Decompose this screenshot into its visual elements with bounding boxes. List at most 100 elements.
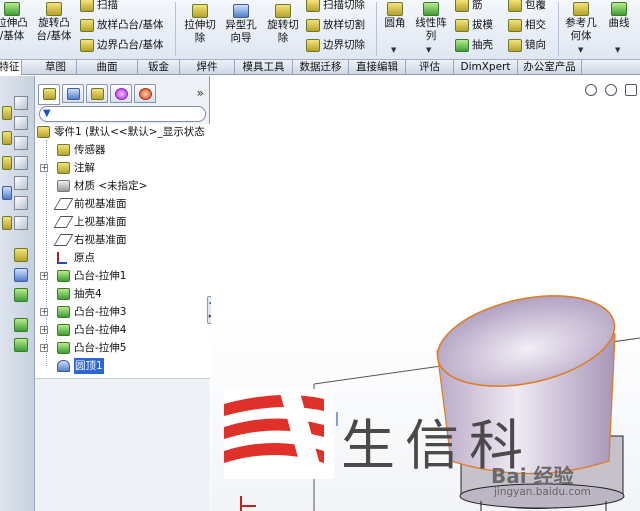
revolved-cut-label: 旋转切 除 xyxy=(267,19,299,44)
wrap-label: 包覆 xyxy=(525,0,546,11)
boundary-boss-icon xyxy=(80,38,94,52)
tree-item-label: 右视基准面 xyxy=(74,234,127,246)
view-top-icon[interactable] xyxy=(14,116,28,130)
view-front-icon[interactable] xyxy=(14,96,28,110)
linear-pattern-button[interactable]: 线性阵 列 xyxy=(412,2,450,43)
boundary-cut-button[interactable]: 边界切除 xyxy=(306,37,365,53)
propertymanager-tab[interactable] xyxy=(62,84,84,103)
configurationmanager-tab[interactable] xyxy=(86,84,108,103)
wrap-button[interactable]: 包覆 xyxy=(508,0,546,13)
feature-tree: 零件1 (默认<<默认>_显示状态 传感器 + 注解 材质 <未指定> 前视基准… xyxy=(35,124,210,379)
swept-cut-button[interactable]: 扫描切除 xyxy=(306,0,365,13)
extruded-cut-label: 拉伸切 除 xyxy=(184,19,216,44)
view-right-icon[interactable] xyxy=(14,136,28,150)
view-bottom-icon[interactable] xyxy=(14,196,28,210)
extruded-boss-icon xyxy=(4,2,20,16)
rib-button[interactable]: 筋 xyxy=(455,0,483,13)
draft-button[interactable]: 拔模 xyxy=(455,17,493,33)
mirror-button[interactable]: 镜向 xyxy=(508,37,546,53)
dimxpert-manager-tab[interactable] xyxy=(110,84,132,103)
intersect-icon xyxy=(508,18,522,32)
linear-pattern-icon xyxy=(423,2,439,16)
boss-extrude-icon[interactable] xyxy=(14,318,28,332)
intersect-button[interactable]: 相交 xyxy=(508,17,546,33)
tree-item-label: 凸台-拉伸1 xyxy=(74,270,127,282)
tree-item-label: 原点 xyxy=(74,252,95,264)
expand-toggle[interactable]: + xyxy=(40,164,48,172)
hole-wizard-button[interactable]: 异型孔 向导 xyxy=(222,4,260,45)
relations-icon[interactable] xyxy=(14,288,28,302)
fillet-dropdown-caret[interactable]: ▼ xyxy=(391,46,396,54)
plane-icon xyxy=(53,216,74,228)
assembly-icon[interactable] xyxy=(2,131,12,145)
lofted-boss-label: 放样凸台/基体 xyxy=(97,18,164,31)
sweep-label: 扫描 xyxy=(97,0,118,11)
extruded-boss-button[interactable]: 拉伸凸 /基体 xyxy=(0,2,28,43)
panel-empty-area xyxy=(35,378,210,511)
options-icon[interactable] xyxy=(2,216,12,230)
expand-toggle[interactable]: + xyxy=(40,344,48,352)
dimxpert-icon xyxy=(114,88,128,100)
expand-toggle[interactable]: + xyxy=(40,272,48,280)
rebuild-icon[interactable] xyxy=(2,186,12,200)
view-left-icon[interactable] xyxy=(14,216,28,230)
extruded-cut-button[interactable]: 拉伸切 除 xyxy=(180,4,220,45)
tab-mold-tools[interactable]: 模具工具 xyxy=(235,60,293,75)
tab-features[interactable]: 特征 xyxy=(0,60,22,75)
tree-item-label: 注解 xyxy=(74,162,95,174)
tab-office-products[interactable]: 办公室产品 xyxy=(518,60,582,75)
feature-manager-panel: » ▼ 零件1 (默认<<默认>_显示状态 传感器 + 注解 材质 <未指定> … xyxy=(35,76,210,511)
revolved-boss-label: 旋转凸 台/基体 xyxy=(36,17,72,42)
drawing-icon[interactable] xyxy=(2,156,12,170)
lofted-boss-icon xyxy=(80,18,94,32)
cut-extrude-icon[interactable] xyxy=(14,338,28,352)
tab-evaluate[interactable]: 评估 xyxy=(406,60,454,75)
sweep-icon xyxy=(80,0,94,12)
draft-label: 拔模 xyxy=(472,18,493,31)
pattern-dropdown-caret[interactable]: ▼ xyxy=(426,46,431,54)
tree-item-label: 传感器 xyxy=(74,144,106,156)
swept-cut-label: 扫描切除 xyxy=(323,0,365,11)
featuremanager-tab[interactable] xyxy=(38,84,60,105)
tree-filter-input[interactable]: ▼ xyxy=(39,106,206,122)
ref-geometry-dropdown-caret[interactable]: ▼ xyxy=(578,46,583,54)
revolved-boss-button[interactable]: 旋转凸 台/基体 xyxy=(34,2,74,43)
tab-sheet-metal[interactable]: 钣金 xyxy=(138,60,180,75)
sketch-icon[interactable] xyxy=(14,248,28,262)
expand-toggle[interactable]: + xyxy=(40,326,48,334)
curves-button[interactable]: 曲线 xyxy=(603,2,635,30)
fillet-button[interactable]: 圆角 xyxy=(379,2,411,30)
tab-weldments[interactable]: 焊件 xyxy=(180,60,235,75)
shell-icon xyxy=(57,288,70,300)
display-manager-tab[interactable] xyxy=(134,84,156,103)
sweep-button[interactable]: 扫描 xyxy=(80,0,118,13)
plane-icon xyxy=(53,234,74,246)
view-iso-icon[interactable] xyxy=(14,156,28,170)
tab-sketch[interactable]: 草图 xyxy=(35,60,77,75)
tree-item-label: 上视基准面 xyxy=(74,216,127,228)
hole-wizard-icon xyxy=(233,4,249,18)
boundary-boss-button[interactable]: 边界凸台/基体 xyxy=(80,37,164,53)
expand-toggle[interactable]: + xyxy=(40,308,48,316)
tab-direct-editing[interactable]: 直接编辑 xyxy=(349,60,406,75)
rib-label: 筋 xyxy=(472,0,483,11)
baidu-jingyan-url: jingyan.baidu.com xyxy=(494,486,591,498)
configuration-icon xyxy=(90,88,104,100)
part-icon[interactable] xyxy=(2,106,12,120)
reference-geometry-button[interactable]: 参考几 何体 xyxy=(562,2,600,43)
curves-dropdown-caret[interactable]: ▼ xyxy=(615,46,620,54)
tab-dimxpert[interactable]: DimXpert xyxy=(454,60,518,75)
shell-button[interactable]: 抽壳 xyxy=(455,37,493,53)
smart-dimension-icon[interactable] xyxy=(14,268,28,282)
tab-data-migration[interactable]: 数据迁移 xyxy=(293,60,349,75)
view-back-icon[interactable] xyxy=(14,176,28,190)
shell-icon xyxy=(455,38,469,52)
revolved-cut-button[interactable]: 旋转切 除 xyxy=(263,4,303,45)
baidu-jingyan-logo: Bai 经验 xyxy=(491,464,574,488)
graphics-viewport[interactable]: 生信科 Bai 经验 jingyan.baidu.com xyxy=(211,76,640,511)
lofted-cut-button[interactable]: 放样切割 xyxy=(306,17,365,33)
expand-panel-button[interactable]: » xyxy=(197,86,204,100)
tab-surfaces[interactable]: 曲面 xyxy=(77,60,138,75)
lofted-boss-button[interactable]: 放样凸台/基体 xyxy=(80,17,164,33)
curves-icon xyxy=(611,2,627,16)
